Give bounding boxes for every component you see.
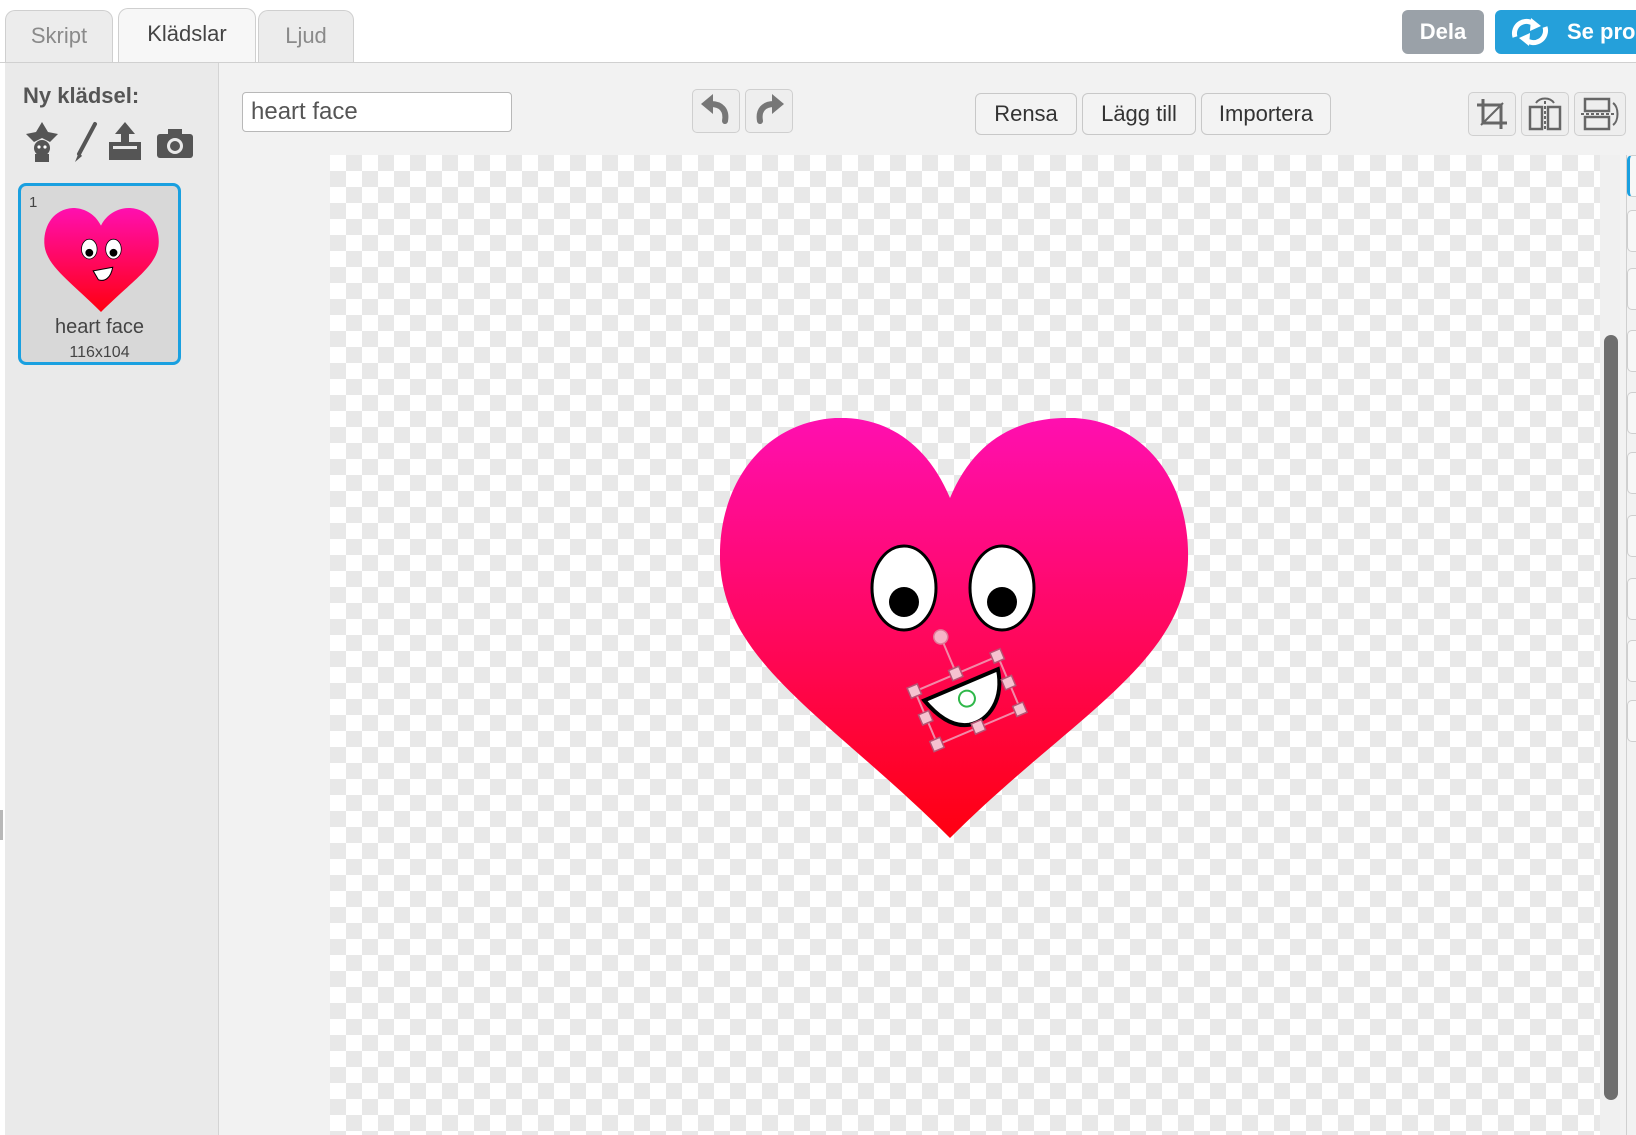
share-button[interactable]: Dela xyxy=(1402,10,1484,54)
right-pupil xyxy=(987,587,1017,617)
crop-icon xyxy=(1477,99,1507,129)
clear-button[interactable]: Rensa xyxy=(975,93,1077,135)
camera-icon[interactable] xyxy=(155,120,195,164)
add-button[interactable]: Lägg till xyxy=(1082,93,1196,135)
flip-horizontal-icon xyxy=(1528,97,1562,131)
drawing-canvas[interactable] xyxy=(330,155,1600,1135)
new-costume-label: Ny klädsel: xyxy=(23,83,140,108)
tool-item-selected[interactable] xyxy=(1627,155,1636,197)
import-button[interactable]: Importera xyxy=(1201,93,1331,135)
redo-icon xyxy=(756,94,784,124)
costume-size: 116x104 xyxy=(69,344,130,361)
flip-vertical-button[interactable] xyxy=(1574,92,1626,136)
upload-icon[interactable] xyxy=(105,120,145,164)
costume-name-input[interactable] xyxy=(242,92,512,132)
costume-number: 1 xyxy=(29,194,38,211)
redo-button[interactable] xyxy=(745,89,793,133)
tab-sounds[interactable]: Ljud xyxy=(258,10,354,62)
costume-artwork xyxy=(720,418,1189,838)
tool-item[interactable] xyxy=(1627,392,1636,434)
costume-thumbnail xyxy=(44,208,159,312)
flip-horizontal-button[interactable] xyxy=(1521,92,1569,136)
choose-from-library-icon[interactable] xyxy=(22,120,62,164)
tab-costumes[interactable]: Klädslar xyxy=(118,8,256,64)
pane-resize-handle[interactable] xyxy=(0,810,3,840)
heart-shape xyxy=(720,418,1189,838)
costume-list-pane: Ny klädsel: 1 heart face 116x104 xyxy=(5,63,219,1135)
tool-item[interactable] xyxy=(1627,578,1636,620)
costume-name: heart face xyxy=(55,316,144,338)
left-pupil xyxy=(889,587,919,617)
tool-item[interactable] xyxy=(1627,268,1636,310)
see-project-page-button[interactable]: Se pro xyxy=(1495,10,1636,54)
see-project-label: Se pro xyxy=(1567,19,1636,44)
tool-item[interactable] xyxy=(1627,640,1636,682)
flip-vertical-icon xyxy=(1581,97,1619,131)
costume-item[interactable]: 1 heart face 116x104 xyxy=(18,183,181,365)
tab-scripts[interactable]: Skript xyxy=(5,10,113,62)
tool-item[interactable] xyxy=(1627,330,1636,372)
remix-arrows-icon xyxy=(1511,18,1549,46)
undo-button[interactable] xyxy=(692,89,740,133)
tool-item[interactable] xyxy=(1627,700,1636,742)
paint-brush-icon[interactable] xyxy=(65,120,105,164)
undo-icon xyxy=(701,94,729,124)
tool-item[interactable] xyxy=(1627,515,1636,557)
tool-item[interactable] xyxy=(1627,452,1636,494)
tool-item[interactable] xyxy=(1627,210,1636,252)
crop-button[interactable] xyxy=(1468,92,1516,136)
canvas-scrollbar-thumb[interactable] xyxy=(1604,335,1618,1100)
